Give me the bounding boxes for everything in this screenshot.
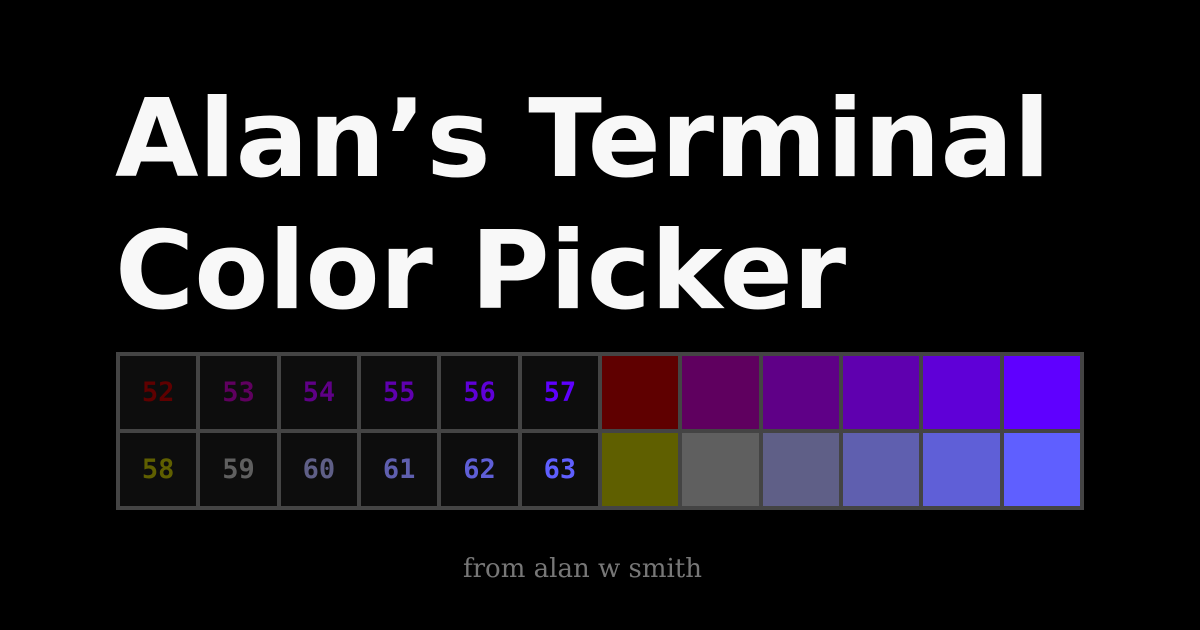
color-swatch[interactable] <box>1003 356 1080 429</box>
color-swatch[interactable] <box>923 433 1000 506</box>
color-swatch[interactable] <box>843 433 920 506</box>
color-number-cell[interactable]: 58 <box>120 433 197 506</box>
color-number-cell[interactable]: 59 <box>200 433 277 506</box>
byline: from alan w smith <box>463 554 702 584</box>
color-swatch[interactable] <box>843 356 920 429</box>
color-swatch[interactable] <box>923 356 1000 429</box>
color-number-cell[interactable]: 55 <box>361 356 438 429</box>
color-number-cell[interactable]: 57 <box>521 356 598 429</box>
color-swatch[interactable] <box>682 356 759 429</box>
color-number-cell[interactable]: 52 <box>120 356 197 429</box>
color-swatch[interactable] <box>682 433 759 506</box>
title-line-1: Alan’s Terminal <box>115 77 1051 202</box>
color-swatch[interactable] <box>602 433 679 506</box>
page: Alan’s Terminal Color Picker 52 53 54 55 56 5… <box>0 0 1200 630</box>
page-title: Alan’s Terminal Color Picker <box>115 74 1050 338</box>
color-number-cell[interactable]: 53 <box>200 356 277 429</box>
color-number-cell[interactable]: 61 <box>361 433 438 506</box>
color-number-cell[interactable]: 62 <box>441 433 518 506</box>
color-swatch[interactable] <box>602 356 679 429</box>
color-palette-grid: 52 53 54 55 56 57 58 59 60 61 62 63 <box>116 352 1084 510</box>
color-swatch[interactable] <box>762 433 839 506</box>
color-swatch[interactable] <box>762 356 839 429</box>
color-number-cell[interactable]: 60 <box>280 433 357 506</box>
title-line-2: Color Picker <box>115 209 847 334</box>
color-number-cell[interactable]: 63 <box>521 433 598 506</box>
color-swatch[interactable] <box>1003 433 1080 506</box>
color-number-cell[interactable]: 54 <box>280 356 357 429</box>
color-number-cell[interactable]: 56 <box>441 356 518 429</box>
